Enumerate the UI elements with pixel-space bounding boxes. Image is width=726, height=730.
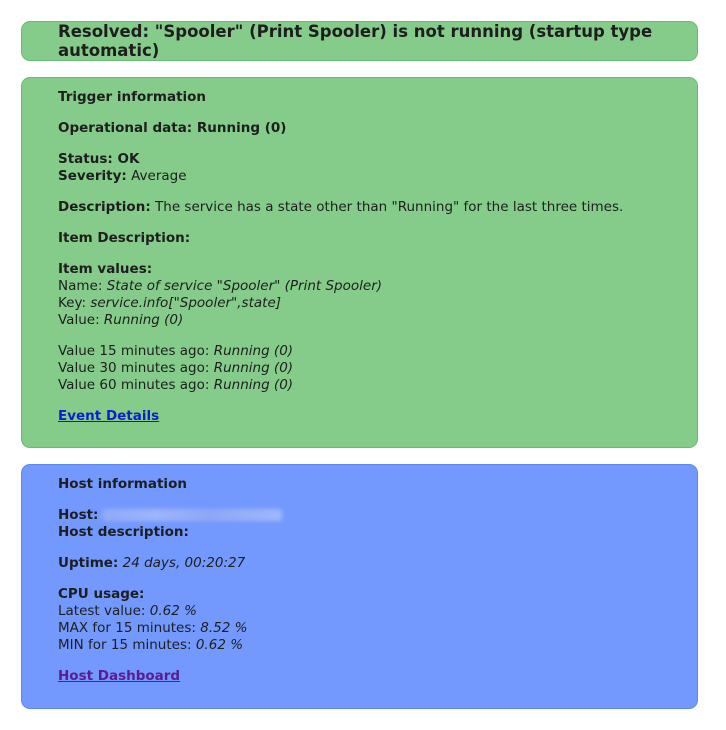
- host-dashboard-link[interactable]: Host Dashboard: [58, 668, 180, 685]
- severity-label: Severity:: [58, 168, 127, 184]
- description-label: Description:: [58, 199, 151, 215]
- item-name-value: State of service "Spooler" (Print Spoole…: [106, 278, 383, 294]
- host-info-panel: Host information Host: Host description:…: [21, 464, 698, 709]
- item-value-value: Running (0): [103, 312, 184, 328]
- alert-title: Resolved: "Spooler" (Print Spooler) is n…: [58, 22, 653, 60]
- cpu-max-label: MAX for 15 minutes:: [58, 620, 196, 636]
- item-values-block: Item values: Name: State of service "Spo…: [58, 261, 661, 329]
- host-block: Host: Host description:: [58, 507, 661, 541]
- uptime-label: Uptime:: [58, 555, 119, 571]
- operational-label: Operational data:: [58, 120, 193, 136]
- history-label: Value 60 minutes ago:: [58, 377, 210, 393]
- status-value: OK: [117, 151, 140, 167]
- resolved-banner: Resolved: "Spooler" (Print Spooler) is n…: [21, 21, 698, 61]
- history-row: Value 60 minutes ago: Running (0): [58, 377, 661, 394]
- item-values-label: Item values:: [58, 261, 153, 277]
- uptime-value: 24 days, 00:20:27: [122, 555, 246, 571]
- operational-data: Operational data: Running (0): [58, 120, 661, 137]
- host-section-title: Host information: [58, 476, 187, 492]
- item-description-label: Item Description:: [58, 230, 191, 246]
- host-name-redacted: [102, 509, 283, 521]
- uptime-block: Uptime: 24 days, 00:20:27: [58, 555, 661, 572]
- cpu-label: CPU usage:: [58, 586, 145, 602]
- severity-value: Average: [131, 168, 187, 184]
- history-row: Value 15 minutes ago: Running (0): [58, 343, 661, 360]
- description-value: The service has a state other than "Runn…: [155, 199, 624, 215]
- status-label: Status:: [58, 151, 113, 167]
- item-name-label: Name:: [58, 278, 103, 294]
- history-value: Running (0): [213, 360, 294, 376]
- history-block: Value 15 minutes ago: Running (0) Value …: [58, 343, 661, 394]
- cpu-latest-label: Latest value:: [58, 603, 146, 619]
- history-value: Running (0): [213, 377, 294, 393]
- host-label: Host:: [58, 507, 99, 523]
- history-label: Value 15 minutes ago:: [58, 343, 210, 359]
- host-description-label: Host description:: [58, 524, 189, 540]
- item-value-label: Value:: [58, 312, 100, 328]
- operational-value: Running (0): [196, 120, 287, 136]
- cpu-min-value: 0.62 %: [195, 637, 244, 653]
- trigger-section-title: Trigger information: [58, 89, 207, 105]
- status-block: Status: OK Severity: Average: [58, 151, 661, 185]
- event-details-link[interactable]: Event Details: [58, 408, 159, 425]
- description-block: Description: The service has a state oth…: [58, 199, 661, 216]
- cpu-min-label: MIN for 15 minutes:: [58, 637, 192, 653]
- trigger-info-panel: Trigger information Operational data: Ru…: [21, 77, 698, 448]
- cpu-block: CPU usage: Latest value: 0.62 % MAX for …: [58, 586, 661, 654]
- cpu-latest-value: 0.62 %: [149, 603, 197, 619]
- item-description-block: Item Description:: [58, 230, 661, 247]
- history-row: Value 30 minutes ago: Running (0): [58, 360, 661, 377]
- history-value: Running (0): [213, 343, 294, 359]
- item-key-value: service.info["Spooler",state]: [90, 295, 282, 311]
- item-key-label: Key:: [58, 295, 87, 311]
- history-label: Value 30 minutes ago:: [58, 360, 210, 376]
- cpu-max-value: 8.52 %: [200, 620, 248, 636]
